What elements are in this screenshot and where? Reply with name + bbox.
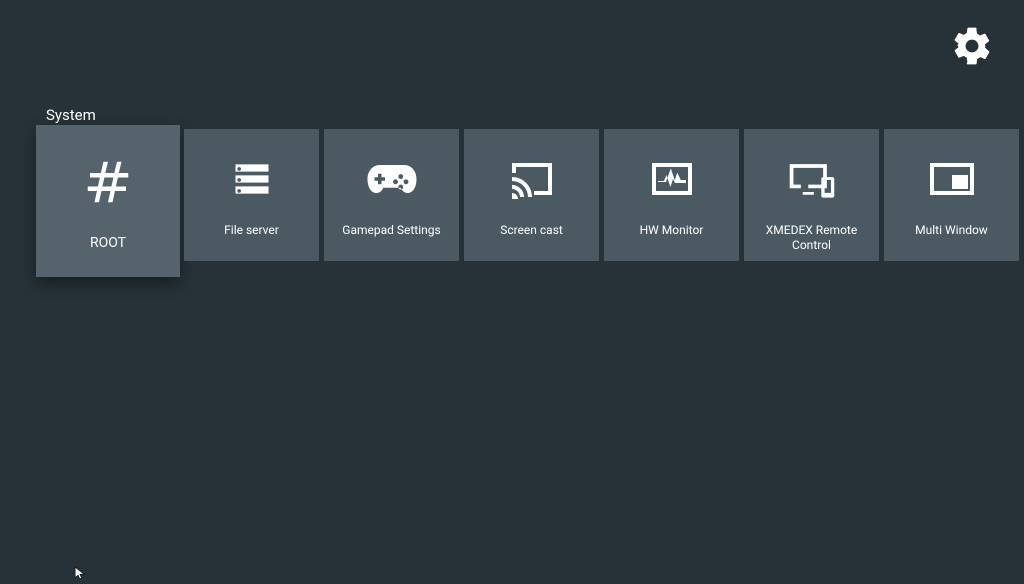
settings-button[interactable] bbox=[950, 24, 994, 72]
server-icon bbox=[230, 151, 274, 207]
heartbeat-icon bbox=[648, 151, 696, 207]
tile-label: Gamepad Settings bbox=[336, 223, 446, 238]
cast-icon bbox=[508, 151, 556, 207]
tile-hw-monitor[interactable]: HW Monitor bbox=[604, 129, 739, 261]
section-title: System bbox=[46, 106, 96, 124]
tile-label: Multi Window bbox=[909, 223, 994, 238]
tile-label: ROOT bbox=[84, 235, 132, 253]
tile-label: File server bbox=[218, 223, 285, 238]
multiwin-icon bbox=[928, 151, 976, 207]
tile-gamepad[interactable]: Gamepad Settings bbox=[324, 129, 459, 261]
tile-root[interactable]: ROOT bbox=[36, 125, 180, 277]
tile-multi-window[interactable]: Multi Window bbox=[884, 129, 1019, 261]
tile-screen-cast[interactable]: Screen cast bbox=[464, 129, 599, 261]
tile-remote[interactable]: XMEDEX Remote Control bbox=[744, 129, 879, 261]
tile-label: Screen cast bbox=[494, 223, 569, 238]
remote-icon bbox=[786, 151, 838, 207]
mouse-cursor bbox=[74, 565, 88, 584]
tile-label: HW Monitor bbox=[634, 223, 710, 238]
system-row: ROOT File server Gamepad Settings Screen… bbox=[46, 129, 1024, 277]
hash-icon bbox=[81, 151, 135, 213]
tile-file-server[interactable]: File server bbox=[184, 129, 319, 261]
tile-label: XMEDEX Remote Control bbox=[744, 223, 879, 253]
gamepad-icon bbox=[364, 151, 420, 207]
gear-icon bbox=[950, 24, 994, 68]
